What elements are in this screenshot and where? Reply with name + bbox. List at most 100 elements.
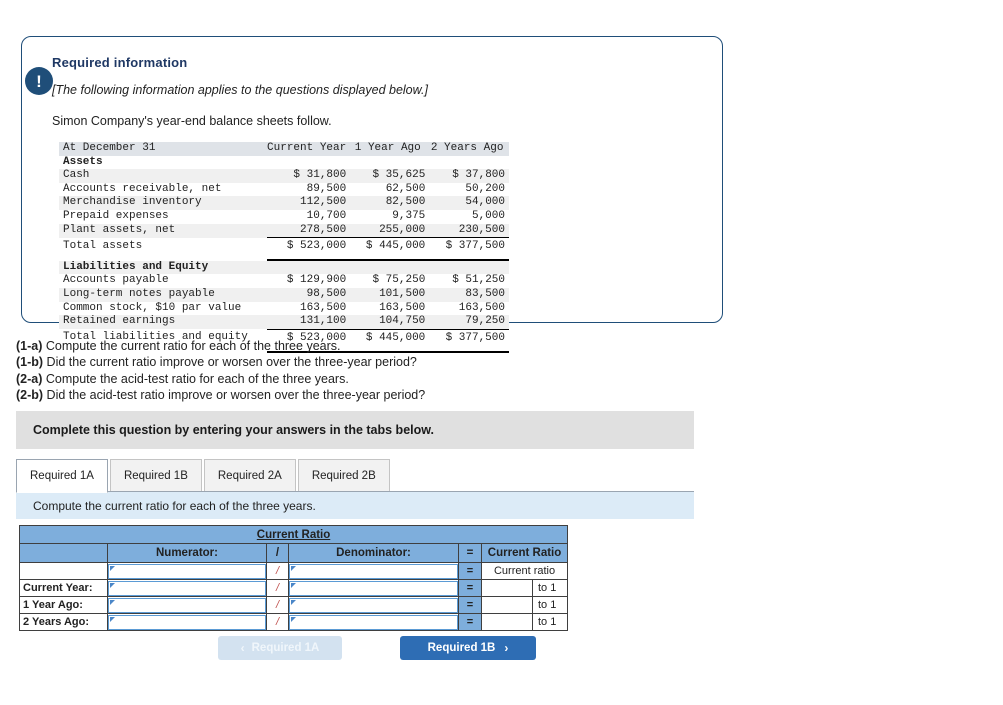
header-denominator: Denominator: (288, 543, 459, 563)
row-label: Cash (59, 169, 268, 183)
row-label: Retained earnings (59, 315, 268, 330)
denominator-input[interactable] (289, 597, 458, 613)
section-heading-liabilities: Liabilities and Equity (59, 260, 268, 275)
tab-label: Required 2A (217, 469, 282, 482)
row-value: 278,500 (267, 223, 351, 238)
answer-table-header-row: Numerator: / Denominator: = Current Rati… (19, 543, 569, 563)
section-heading-row: Liabilities and Equity (59, 260, 509, 275)
note-current-ratio-label: Current ratio (480, 562, 569, 580)
numerator-input-cell[interactable] (107, 613, 267, 631)
row-value: 101,500 (350, 287, 430, 302)
header-numerator: Numerator: (107, 543, 267, 563)
question-text: Did the current ratio improve or worsen … (43, 355, 417, 370)
header-slash: / (266, 543, 289, 563)
table-row: Plant assets, net 278,500 255,000 230,50… (59, 223, 509, 238)
row-label-1-year-ago: 1 Year Ago: (19, 596, 108, 614)
table-row: Cash $ 31,800 $ 35,625 $ 37,800 (59, 169, 509, 183)
row-value: 9,375 (392, 209, 426, 222)
instruction-bar: Compute the current ratio for each of th… (16, 492, 694, 519)
row-label-current-year: Current Year: (19, 579, 108, 597)
table-row: Retained earnings 131,100 104,750 79,250 (59, 315, 509, 330)
numerator-input[interactable] (108, 614, 266, 630)
exclamation-icon: ! (25, 67, 53, 95)
tab-required-1b[interactable]: Required 1B (109, 459, 202, 491)
row-value: $ 75,250 (372, 274, 426, 287)
balance-sheet-table: At December 31 Current Year 1 Year Ago 2… (59, 142, 509, 353)
previous-button[interactable]: ‹ Required 1A (218, 636, 342, 660)
row-value: 163,500 (300, 301, 347, 314)
row-value: 230,500 (429, 223, 509, 238)
table-row: Current Year: / = to 1 (19, 579, 569, 597)
row-label: Plant assets, net (59, 223, 268, 238)
banner-text: Complete this question by entering your … (33, 423, 434, 437)
row-value: 98,500 (267, 287, 351, 302)
balance-sheet-header-row: At December 31 Current Year 1 Year Ago 2… (59, 142, 509, 156)
answer-table-title: Current Ratio (18, 525, 569, 544)
note-equals: = (458, 562, 482, 580)
result-suffix: to 1 (531, 596, 569, 614)
table-row: Merchandise inventory 112,500 82,500 54,… (59, 196, 509, 210)
tab-required-1a[interactable]: Required 1A (16, 459, 108, 493)
equals-separator: = (458, 579, 482, 597)
numerator-input[interactable] (108, 563, 266, 579)
numerator-input[interactable] (108, 580, 266, 596)
question-text: Compute the current ratio for each of th… (42, 339, 341, 353)
equals-separator: = (458, 596, 482, 614)
row-value: 104,750 (350, 315, 430, 330)
numerator-input[interactable] (108, 597, 266, 613)
next-button-label: Required 1B (427, 642, 496, 654)
note-denominator-input-cell[interactable] (288, 562, 459, 580)
slash-separator: / (266, 613, 289, 631)
slash-separator: / (266, 596, 289, 614)
question-item-2a: (2-a) Compute the acid-test ratio for ea… (16, 371, 425, 387)
answer-table-note-row: / = Current ratio (19, 562, 569, 580)
col-header-current-year: Current Year (267, 142, 351, 156)
tab-required-2b[interactable]: Required 2B (297, 459, 390, 491)
header-blank (19, 543, 108, 563)
question-number: (2-b) (16, 388, 44, 403)
col-header-date: At December 31 (59, 142, 268, 156)
note-numerator-input-cell[interactable] (107, 562, 267, 580)
previous-button-label: Required 1A (251, 642, 320, 654)
row-value: $ 37,800 (429, 169, 509, 183)
result-suffix: to 1 (531, 579, 569, 597)
row-label: Prepaid expenses (63, 209, 169, 222)
note-row-blank (19, 562, 108, 580)
page-root: ! Required information [The following in… (0, 0, 1003, 705)
chevron-right-icon: › (504, 641, 509, 655)
question-item-1b: (1-b) Did the current ratio improve or w… (16, 354, 425, 370)
result-cell[interactable] (481, 596, 533, 614)
row-label-2-years-ago: 2 Years Ago: (19, 613, 108, 631)
row-label: Merchandise inventory (59, 196, 268, 210)
table-row: Common stock, $10 par value 163,500 163,… (59, 302, 509, 316)
result-suffix: to 1 (531, 613, 569, 631)
denominator-input-cell[interactable] (288, 596, 459, 614)
numerator-input-cell[interactable] (107, 579, 267, 597)
denominator-input-cell[interactable] (288, 579, 459, 597)
denominator-input[interactable] (289, 580, 458, 596)
row-label: Common stock, $10 par value (63, 301, 242, 314)
col-header-2-years-ago: 2 Years Ago (429, 142, 509, 156)
row-value: 112,500 (267, 196, 351, 210)
table-row: Long-term notes payable 98,500 101,500 8… (59, 287, 509, 302)
result-cell[interactable] (481, 579, 533, 597)
tab-label: Required 2B (311, 469, 376, 482)
numerator-input-cell[interactable] (107, 596, 267, 614)
tab-required-2a[interactable]: Required 2A (203, 459, 296, 491)
denominator-input-cell[interactable] (288, 613, 459, 631)
navigation-buttons: ‹ Required 1A Required 1B › (218, 636, 536, 660)
row-value: $ 445,000 (350, 237, 430, 254)
result-cell[interactable] (481, 613, 533, 631)
next-button[interactable]: Required 1B › (400, 636, 536, 660)
denominator-input[interactable] (289, 563, 458, 579)
row-label: Long-term notes payable (59, 287, 268, 302)
row-value: 83,500 (429, 287, 509, 302)
denominator-input[interactable] (289, 614, 458, 630)
row-value: 50,200 (465, 182, 505, 195)
exclamation-glyph: ! (36, 71, 42, 91)
note-slash: / (266, 562, 289, 580)
required-information-callout: ! Required information [The following in… (21, 36, 723, 353)
row-value: 82,500 (350, 196, 430, 210)
tab-label: Required 1B (123, 469, 188, 482)
row-label: Total assets (63, 239, 143, 252)
